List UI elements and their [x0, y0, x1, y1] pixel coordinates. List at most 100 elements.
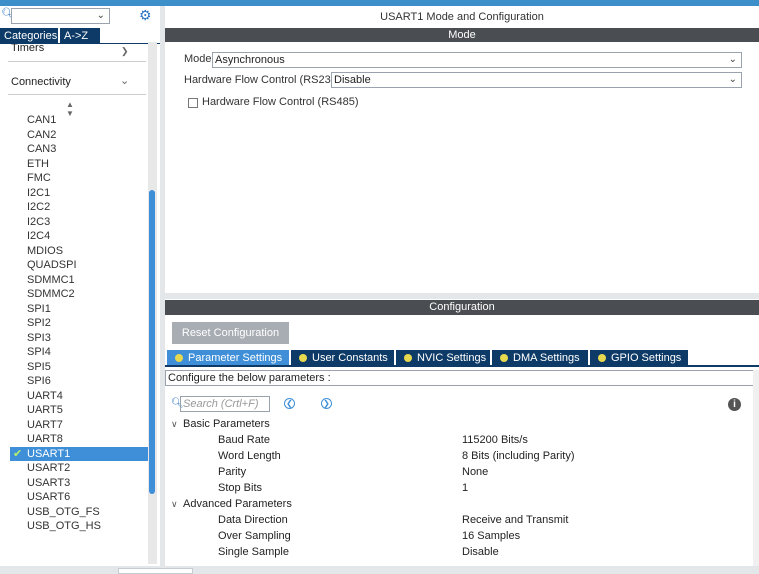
- parameter-value[interactable]: 8 Bits (including Parity): [462, 450, 575, 462]
- peripheral-item[interactable]: QUADSPI: [10, 258, 148, 273]
- category-tabs: Categories A->Z: [0, 28, 160, 44]
- peripheral-label: SPI4: [27, 346, 51, 358]
- chevron-down-icon[interactable]: ∨: [171, 419, 183, 430]
- peripheral-item[interactable]: I2C3: [10, 215, 148, 230]
- mode-select[interactable]: Asynchronous ⌄: [212, 52, 742, 68]
- tab-a-z[interactable]: A->Z: [60, 28, 100, 44]
- peripheral-item[interactable]: SPI5: [10, 360, 148, 375]
- peripheral-label: USART6: [27, 491, 71, 503]
- config-tab-label: DMA Settings: [513, 352, 580, 364]
- peripheral-item[interactable]: MDIOS: [10, 244, 148, 259]
- peripheral-item[interactable]: UART5: [10, 403, 148, 418]
- next-icon[interactable]: ❯: [321, 398, 332, 409]
- peripheral-item[interactable]: SDMMC1: [10, 273, 148, 288]
- peripheral-item[interactable]: USART6: [10, 490, 148, 505]
- peripheral-item[interactable]: UART4: [10, 389, 148, 404]
- peripheral-item[interactable]: CAN1: [10, 113, 148, 128]
- config-tab[interactable]: GPIO Settings: [590, 350, 688, 366]
- peripheral-item[interactable]: I2C4: [10, 229, 148, 244]
- peripheral-list: CAN1 CAN2 CAN3 ETH FMC I2C1 I2C2 I2C3 I2C4 MDIOS Q…: [10, 113, 148, 534]
- peripheral-item[interactable]: SPI6: [10, 374, 148, 389]
- parameter-value[interactable]: Disable: [462, 546, 499, 558]
- peripheral-item[interactable]: SDMMC2: [10, 287, 148, 302]
- section-separator[interactable]: [165, 293, 759, 299]
- previous-icon[interactable]: ❮: [284, 398, 295, 409]
- chevron-down-icon[interactable]: ⌄: [97, 10, 105, 21]
- hw-flow-rs232-label: Hardware Flow Control (RS232): [184, 74, 341, 86]
- peripheral-label: QUADSPI: [27, 259, 77, 271]
- peripheral-item[interactable]: I2C1: [10, 186, 148, 201]
- peripheral-label: I2C3: [27, 215, 51, 228]
- peripheral-item[interactable]: SPI4: [10, 345, 148, 360]
- config-tab-label: Parameter Settings: [188, 352, 283, 364]
- gear-icon[interactable]: ⚙: [139, 8, 153, 22]
- config-tab[interactable]: Parameter Settings: [167, 350, 289, 366]
- peripheral-item[interactable]: CAN3: [10, 142, 148, 157]
- status-dot-icon: [404, 354, 412, 362]
- tab-categories[interactable]: Categories: [0, 28, 58, 44]
- parameter-value[interactable]: None: [462, 466, 488, 478]
- peripheral-label: UART8: [27, 433, 63, 445]
- parameter-value[interactable]: Receive and Transmit: [462, 514, 568, 526]
- chevron-down-icon[interactable]: ⌄: [729, 53, 737, 67]
- peripheral-item[interactable]: USB_OTG_HS: [10, 519, 148, 534]
- chevron-down-icon[interactable]: ⌄: [729, 73, 737, 87]
- category-connectivity[interactable]: Connectivity: [11, 76, 71, 88]
- parameter-group[interactable]: ∨ Basic Parameters: [171, 418, 270, 430]
- peripheral-item[interactable]: UART7: [10, 418, 148, 433]
- hw-flow-rs485-checkbox[interactable]: [188, 98, 198, 108]
- parameter-name: Single Sample: [218, 546, 289, 558]
- peripheral-item[interactable]: USB_OTG_FS: [10, 505, 148, 520]
- parameter-row[interactable]: Over Sampling 16 Samples: [218, 530, 738, 546]
- category-timers[interactable]: Timers: [11, 44, 44, 56]
- left-scrollbar[interactable]: [148, 42, 157, 564]
- parameters-scrollbar[interactable]: [753, 370, 759, 566]
- parameter-name: Parity: [218, 466, 247, 478]
- peripheral-item[interactable]: USART3: [10, 476, 148, 491]
- peripheral-item[interactable]: USART2: [10, 461, 148, 476]
- parameter-row[interactable]: Word Length 8 Bits (including Parity): [218, 450, 738, 466]
- peripheral-label: I2C4: [27, 230, 51, 242]
- parameter-row[interactable]: Baud Rate 115200 Bits/s: [218, 434, 738, 450]
- info-icon[interactable]: i: [728, 398, 741, 411]
- peripheral-item[interactable]: SPI3: [10, 331, 148, 346]
- config-tab[interactable]: DMA Settings: [492, 350, 588, 366]
- parameter-value[interactable]: 1: [462, 482, 468, 494]
- peripheral-item[interactable]: ETH: [10, 157, 148, 172]
- peripheral-item[interactable]: FMC: [10, 171, 148, 186]
- parameter-row[interactable]: Data Direction Receive and Transmit: [218, 514, 738, 530]
- parameter-group-label: Advanced Parameters: [183, 498, 292, 510]
- status-dot-icon: [299, 354, 307, 362]
- horizontal-scroll-thumb[interactable]: [118, 568, 193, 574]
- peripheral-label: SPI6: [27, 375, 51, 387]
- peripheral-item[interactable]: SPI1: [10, 302, 148, 317]
- parameter-group-label: Basic Parameters: [183, 418, 270, 430]
- peripheral-item[interactable]: SPI2: [10, 316, 148, 331]
- peripheral-item[interactable]: I2C2: [10, 200, 148, 215]
- parameter-value[interactable]: 16 Samples: [462, 530, 520, 542]
- reset-configuration-button[interactable]: Reset Configuration: [172, 322, 289, 344]
- left-scrollbar-thumb[interactable]: [149, 190, 155, 494]
- peripheral-label: MDIOS: [27, 244, 64, 257]
- parameter-row[interactable]: Single Sample Disable: [218, 546, 738, 562]
- parameter-row[interactable]: Parity None: [218, 466, 738, 482]
- parameter-search-input[interactable]: Search (Crtl+F): [180, 396, 270, 412]
- peripheral-item[interactable]: UART8: [10, 432, 148, 447]
- parameter-value[interactable]: 115200 Bits/s: [462, 434, 528, 446]
- divider: [8, 94, 146, 95]
- chevron-down-icon[interactable]: ⌄: [120, 74, 129, 87]
- parameter-row[interactable]: Stop Bits 1: [218, 482, 738, 498]
- peripheral-label: CAN3: [27, 143, 57, 155]
- mode-label: Mode: [184, 53, 212, 65]
- config-tab[interactable]: NVIC Settings: [396, 350, 490, 366]
- config-tab[interactable]: User Constants: [291, 350, 394, 366]
- category-search-combo[interactable]: ⌄: [11, 8, 110, 24]
- check-icon: ✔: [13, 447, 23, 460]
- parameter-group[interactable]: ∨ Advanced Parameters: [171, 498, 292, 510]
- peripheral-label: USART3: [27, 476, 71, 489]
- chevron-right-icon[interactable]: ❯: [121, 46, 129, 57]
- peripheral-item[interactable]: ✔ USART1: [10, 446, 148, 461]
- hw-flow-rs232-select[interactable]: Disable ⌄: [331, 72, 742, 88]
- peripheral-item[interactable]: CAN2: [10, 128, 148, 143]
- chevron-down-icon[interactable]: ∨: [171, 499, 183, 510]
